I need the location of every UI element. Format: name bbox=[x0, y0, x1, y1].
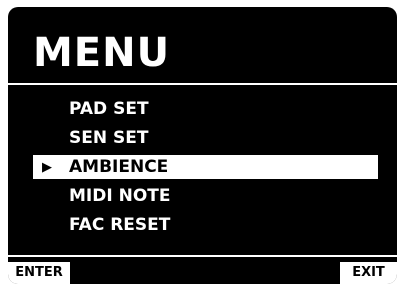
cursor-arrow-icon: ▶ bbox=[42, 160, 52, 175]
menu-item-label: AMBIENCE bbox=[69, 157, 169, 177]
menu-list: ▶ PAD SET ▶ SEN SET ▶ AMBIENCE ▶ MIDI NO… bbox=[8, 95, 397, 240]
menu-item-ambience[interactable]: ▶ AMBIENCE bbox=[8, 153, 397, 182]
menu-item-sen-set[interactable]: ▶ SEN SET bbox=[8, 124, 397, 153]
menu-item-label: MIDI NOTE bbox=[69, 186, 171, 206]
menu-item-label: SEN SET bbox=[69, 128, 149, 148]
menu-item-fac-reset[interactable]: ▶ FAC RESET bbox=[8, 211, 397, 240]
menu-item-midi-note[interactable]: ▶ MIDI NOTE bbox=[8, 182, 397, 211]
menu-item-label: FAC RESET bbox=[69, 215, 171, 235]
lcd-screen: MENU ▶ PAD SET ▶ SEN SET ▶ AMBIENCE ▶ MI… bbox=[8, 7, 397, 284]
menu-item-pad-set[interactable]: ▶ PAD SET bbox=[8, 95, 397, 124]
enter-button[interactable]: ENTER bbox=[8, 262, 70, 284]
menu-title: MENU bbox=[33, 30, 171, 76]
title-divider bbox=[8, 83, 397, 85]
exit-button[interactable]: EXIT bbox=[340, 262, 397, 284]
footer-divider bbox=[8, 255, 397, 257]
menu-item-label: PAD SET bbox=[69, 99, 149, 119]
